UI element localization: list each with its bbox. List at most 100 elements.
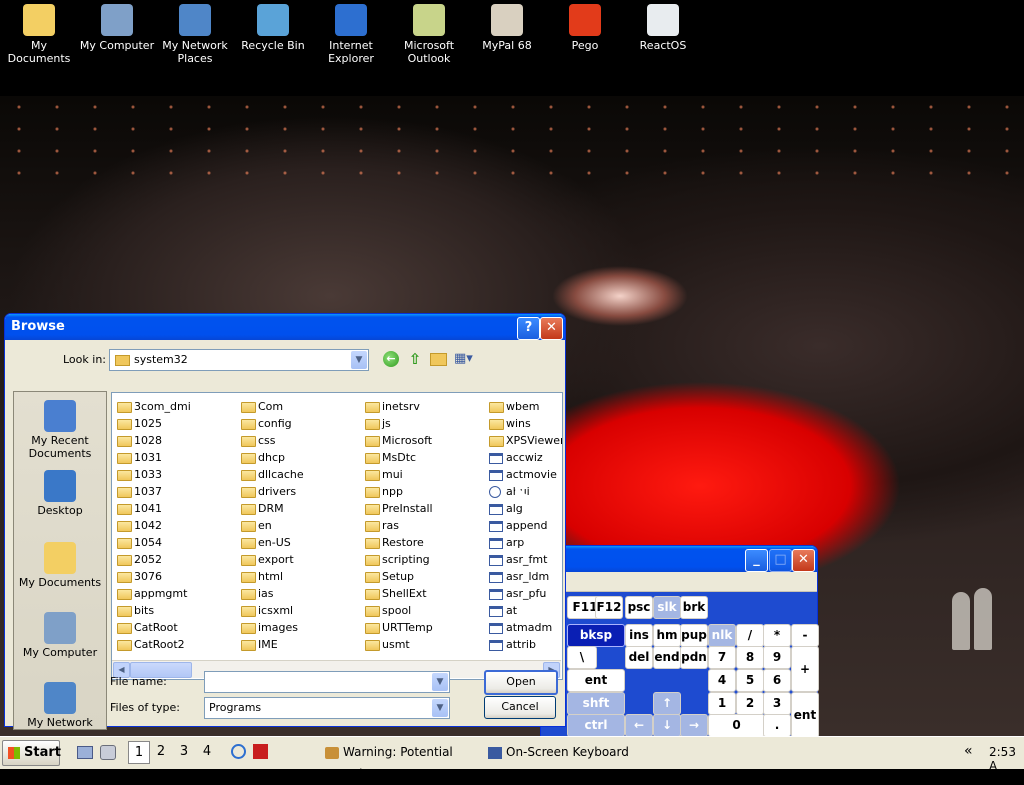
file-item[interactable]: 1037 — [114, 483, 236, 500]
osk-key[interactable]: 4 — [708, 669, 736, 692]
file-item[interactable]: npp — [362, 483, 484, 500]
cancel-button[interactable]: Cancel — [484, 696, 556, 719]
help-button[interactable]: ? — [517, 317, 540, 340]
file-item[interactable]: 3com_dmi — [114, 398, 236, 415]
file-item[interactable]: Setup — [362, 568, 484, 585]
file-item[interactable]: 2052 — [114, 551, 236, 568]
osk-key[interactable]: nlk — [708, 624, 736, 647]
file-item[interactable]: arp — [486, 534, 562, 551]
osk-key[interactable]: slk — [653, 596, 681, 619]
file-item[interactable]: images — [238, 619, 360, 636]
back-icon[interactable]: ← — [383, 351, 399, 367]
file-name-input[interactable]: ▼ — [204, 671, 450, 693]
osk-key[interactable]: brk — [680, 596, 708, 619]
osk-key[interactable]: shft — [567, 692, 625, 715]
view-menu-icon[interactable]: ▦▾ — [454, 352, 476, 366]
osk-key[interactable]: + — [791, 646, 819, 692]
file-item[interactable]: scripting — [362, 551, 484, 568]
up-folder-icon[interactable]: ⇧ — [407, 351, 423, 367]
file-item[interactable]: dllcache — [238, 466, 360, 483]
file-item[interactable]: drivers — [238, 483, 360, 500]
file-item[interactable]: XPSViewer — [486, 432, 562, 449]
file-item[interactable]: 1041 — [114, 500, 236, 517]
virtual-desktop-1[interactable]: 1 — [128, 741, 150, 764]
file-item[interactable]: URTTemp — [362, 619, 484, 636]
file-item[interactable]: usmt — [362, 636, 484, 653]
file-item[interactable]: 3076 — [114, 568, 236, 585]
task-on-screen-keyboard[interactable]: On-Screen Keyboard — [488, 741, 648, 763]
quicklaunch-desktop-icon[interactable] — [77, 746, 93, 759]
places-item-2[interactable]: My Documents — [14, 542, 106, 589]
browse-titlebar[interactable]: Browse ? ✕ — [5, 314, 565, 340]
open-button[interactable]: Open — [484, 670, 558, 695]
desktop-icon-0[interactable]: My Documents — [0, 4, 78, 65]
osk-key[interactable]: bksp — [567, 624, 625, 647]
osk-key[interactable]: end — [653, 646, 681, 669]
file-item[interactable]: append — [486, 517, 562, 534]
file-item[interactable]: export — [238, 551, 360, 568]
osk-key[interactable]: . — [763, 714, 791, 736]
chevron-down-icon[interactable]: ▼ — [432, 673, 448, 691]
file-item[interactable]: 1031 — [114, 449, 236, 466]
osk-key[interactable]: - — [791, 624, 819, 647]
file-item[interactable]: 1042 — [114, 517, 236, 534]
osk-minimize-button[interactable]: _ — [745, 549, 768, 572]
file-item[interactable]: icsxml — [238, 602, 360, 619]
file-item[interactable]: wins — [486, 415, 562, 432]
files-of-type-select[interactable]: Programs ▼ — [204, 697, 450, 719]
osk-key[interactable]: 7 — [708, 646, 736, 669]
chevron-down-icon[interactable]: ▼ — [351, 351, 367, 369]
file-item[interactable]: atmadm — [486, 619, 562, 636]
file-item[interactable]: asr_pfu — [486, 585, 562, 602]
osk-key[interactable]: ins — [625, 624, 653, 647]
osk-key[interactable]: \ — [567, 646, 597, 669]
osk-key[interactable]: 6 — [763, 669, 791, 692]
osk-key[interactable]: 9 — [763, 646, 791, 669]
file-item[interactable]: PreInstall — [362, 500, 484, 517]
file-item[interactable]: IME — [238, 636, 360, 653]
osk-key[interactable]: pup — [680, 624, 708, 647]
desktop-icon-4[interactable]: Internet Explorer — [312, 4, 390, 65]
file-item[interactable]: css — [238, 432, 360, 449]
osk-key[interactable]: 5 — [736, 669, 764, 692]
file-item[interactable]: Microsoft — [362, 432, 484, 449]
file-item[interactable]: Restore — [362, 534, 484, 551]
osk-key[interactable]: 0 — [708, 714, 765, 736]
desktop-icon-2[interactable]: My Network Places — [156, 4, 234, 65]
file-item[interactable]: alg — [486, 500, 562, 517]
desktop-icon-1[interactable]: My Computer — [78, 4, 156, 52]
osk-key[interactable]: 3 — [763, 692, 791, 715]
file-item[interactable]: CatRoot2 — [114, 636, 236, 653]
tray-chevron-button[interactable]: « — [964, 741, 973, 761]
look-in-combo[interactable]: system32 ▼ — [109, 349, 369, 371]
virtual-desktop-4[interactable]: 4 — [197, 741, 217, 762]
osk-key[interactable]: pdn — [680, 646, 708, 669]
file-item[interactable]: js — [362, 415, 484, 432]
file-item[interactable]: asr_fmt — [486, 551, 562, 568]
file-item[interactable]: 1054 — [114, 534, 236, 551]
desktop-icon-3[interactable]: Recycle Bin — [234, 4, 312, 52]
places-item-0[interactable]: My Recent Documents — [14, 400, 106, 460]
osk-key[interactable]: hm — [653, 624, 681, 647]
osk-key[interactable]: → — [680, 714, 708, 736]
file-item[interactable]: inetsrv — [362, 398, 484, 415]
virtual-desktop-3[interactable]: 3 — [174, 741, 194, 762]
osk-key[interactable]: ← — [625, 714, 653, 736]
osk-key[interactable]: * — [763, 624, 791, 647]
file-item[interactable]: attrib — [486, 636, 562, 653]
file-item[interactable]: ShellExt — [362, 585, 484, 602]
places-item-1[interactable]: Desktop — [14, 470, 106, 517]
file-item[interactable]: Com — [238, 398, 360, 415]
osk-key[interactable]: ↓ — [653, 714, 681, 736]
desktop-icon-8[interactable]: ReactOS — [624, 4, 702, 52]
osk-key[interactable]: 2 — [736, 692, 764, 715]
file-item[interactable]: ras — [362, 517, 484, 534]
quicklaunch-ie-icon[interactable] — [231, 744, 246, 759]
places-item-4[interactable]: My Network — [14, 682, 106, 729]
osk-key[interactable]: del — [625, 646, 653, 669]
osk-key[interactable]: ent — [791, 692, 819, 736]
quicklaunch-camera-icon[interactable] — [100, 745, 116, 760]
file-item[interactable]: 1033 — [114, 466, 236, 483]
file-item[interactable]: actmovie — [486, 466, 562, 483]
osk-key[interactable]: ent — [567, 669, 625, 692]
